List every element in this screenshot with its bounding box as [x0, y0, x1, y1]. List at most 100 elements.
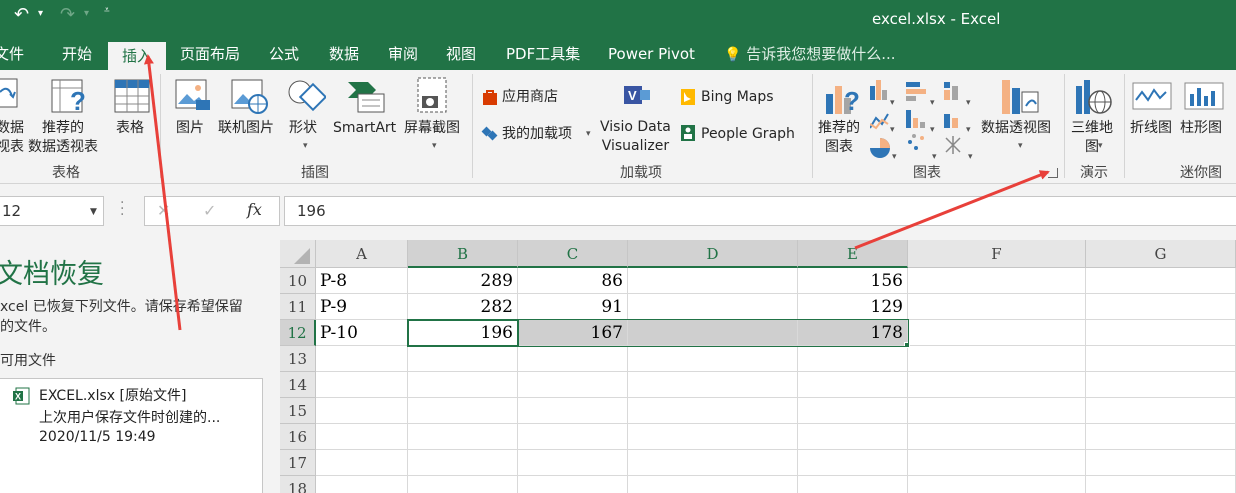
name-box[interactable]: 12 ▼ [0, 196, 104, 226]
smartart-button[interactable]: SmartArt [333, 119, 396, 138]
cell-g-12[interactable] [1086, 320, 1236, 346]
visio-button[interactable]: Visio Data Visualizer [600, 118, 671, 156]
line-sparkline-button[interactable]: 折线图 [1130, 119, 1172, 138]
formula-input[interactable]: 196 [284, 196, 1236, 226]
cell-g-17[interactable] [1086, 450, 1236, 476]
select-all-button[interactable] [280, 240, 316, 268]
cell-e-17[interactable] [798, 450, 908, 476]
cell-c-16[interactable] [518, 424, 628, 450]
recommended-pivot-button[interactable]: 推荐的 数据透视表 [28, 119, 98, 157]
column-chart-dropdown-icon[interactable]: ▾ [890, 98, 895, 108]
shapes-button[interactable]: 形状 [289, 119, 317, 138]
row-header[interactable]: 10 [280, 268, 316, 294]
column-header-c[interactable]: C [518, 240, 628, 268]
cell-d-15[interactable] [628, 398, 798, 424]
cell-c-10[interactable]: 86 [518, 268, 628, 294]
fill-handle[interactable] [904, 342, 910, 348]
cell-d-11[interactable] [628, 294, 798, 320]
cell-a-16[interactable] [316, 424, 408, 450]
cell-e-11[interactable]: 129 [798, 294, 908, 320]
screenshot-dropdown-icon[interactable]: ▾ [432, 141, 437, 151]
column-sparkline-button[interactable]: 柱形图 [1180, 119, 1222, 138]
cell-a-14[interactable] [316, 372, 408, 398]
tell-me-search[interactable]: 💡 告诉我您想要做什么... [724, 40, 896, 70]
pie-chart-dropdown-icon[interactable]: ▾ [892, 152, 897, 162]
row-header[interactable]: 11 [280, 294, 316, 320]
recovered-file-card[interactable]: X EXCEL.xlsx [原始文件] 上次用户保存文件时创建的... 2020… [0, 378, 263, 493]
cell-g-15[interactable] [1086, 398, 1236, 424]
cell-c-18[interactable] [518, 476, 628, 493]
cell-f-18[interactable] [908, 476, 1086, 493]
cell-b-12[interactable]: 196 [408, 320, 518, 346]
name-box-dropdown-icon[interactable]: ▼ [90, 207, 97, 217]
cell-d-17[interactable] [628, 450, 798, 476]
row-header[interactable]: 17 [280, 450, 316, 476]
tab-formulas[interactable]: 公式 [269, 40, 299, 70]
cell-c-14[interactable] [518, 372, 628, 398]
enter-entry-icon[interactable]: ✓ [203, 201, 216, 220]
3d-map-button[interactable]: 三维地 图 [1071, 119, 1113, 157]
cell-a-17[interactable] [316, 450, 408, 476]
tab-power-pivot[interactable]: Power Pivot [608, 40, 695, 70]
row-header[interactable]: 18 [280, 476, 316, 493]
cell-c-11[interactable]: 91 [518, 294, 628, 320]
radar-chart-dropdown-icon[interactable]: ▾ [968, 152, 973, 162]
screenshot-button[interactable]: 屏幕截图 [404, 119, 460, 138]
tab-view[interactable]: 视图 [446, 40, 476, 70]
tab-file[interactable]: 文件 [0, 40, 24, 70]
cell-a-11[interactable]: P-9 [316, 294, 408, 320]
cell-e-18[interactable] [798, 476, 908, 493]
cell-f-15[interactable] [908, 398, 1086, 424]
cell-e-10[interactable]: 156 [798, 268, 908, 294]
cell-e-14[interactable] [798, 372, 908, 398]
redo-icon[interactable]: ↷ [60, 4, 75, 25]
cell-c-12[interactable]: 167 [518, 320, 628, 346]
pivot-chart-dropdown-icon[interactable]: ▾ [1018, 141, 1023, 151]
cell-a-15[interactable] [316, 398, 408, 424]
cell-b-14[interactable] [408, 372, 518, 398]
cell-d-18[interactable] [628, 476, 798, 493]
cell-g-11[interactable] [1086, 294, 1236, 320]
cell-g-13[interactable] [1086, 346, 1236, 372]
online-picture-button[interactable]: 联机图片 [218, 119, 274, 138]
cell-d-14[interactable] [628, 372, 798, 398]
cell-c-17[interactable] [518, 450, 628, 476]
cell-f-13[interactable] [908, 346, 1086, 372]
pivot-table-button[interactable]: 数据 视表 [0, 119, 24, 157]
formula-bar-resize-handle-icon[interactable]: · · · [120, 196, 124, 222]
my-addins-dropdown-icon[interactable]: ▾ [586, 129, 591, 139]
table-button[interactable]: 表格 [116, 119, 144, 138]
cell-b-16[interactable] [408, 424, 518, 450]
cell-e-16[interactable] [798, 424, 908, 450]
insert-function-button[interactable]: fx [247, 200, 262, 219]
undo-icon[interactable]: ↶ [14, 4, 29, 25]
row-header[interactable]: 12 [280, 320, 316, 346]
cell-c-13[interactable] [518, 346, 628, 372]
column-header-a[interactable]: A [316, 240, 408, 268]
cell-f-12[interactable] [908, 320, 1086, 346]
picture-button[interactable]: 图片 [176, 119, 204, 138]
cell-d-13[interactable] [628, 346, 798, 372]
scatter-chart-dropdown-icon[interactable]: ▾ [932, 152, 937, 162]
bing-maps-button[interactable]: Bing Maps [701, 88, 774, 107]
cell-b-13[interactable] [408, 346, 518, 372]
cell-f-14[interactable] [908, 372, 1086, 398]
cell-b-17[interactable] [408, 450, 518, 476]
tab-review[interactable]: 审阅 [388, 40, 418, 70]
line-chart-dropdown-icon[interactable]: ▾ [890, 125, 895, 135]
cancel-entry-icon[interactable]: ✕ [157, 201, 170, 220]
cell-b-11[interactable]: 282 [408, 294, 518, 320]
people-graph-button[interactable]: People Graph [701, 125, 795, 144]
cell-f-16[interactable] [908, 424, 1086, 450]
3d-map-dropdown-icon[interactable]: ▾ [1098, 141, 1103, 151]
cell-f-17[interactable] [908, 450, 1086, 476]
cell-c-15[interactable] [518, 398, 628, 424]
worksheet-grid[interactable]: A B C D E F G 10 P-8 289 86 156 11 P-9 282 91 129 12 P-10 1… [280, 240, 1236, 493]
tab-data[interactable]: 数据 [329, 40, 359, 70]
row-header[interactable]: 15 [280, 398, 316, 424]
cell-a-13[interactable] [316, 346, 408, 372]
recommended-charts-button[interactable]: 推荐的 图表 [818, 119, 860, 157]
cell-b-15[interactable] [408, 398, 518, 424]
row-header[interactable]: 13 [280, 346, 316, 372]
cell-g-18[interactable] [1086, 476, 1236, 493]
